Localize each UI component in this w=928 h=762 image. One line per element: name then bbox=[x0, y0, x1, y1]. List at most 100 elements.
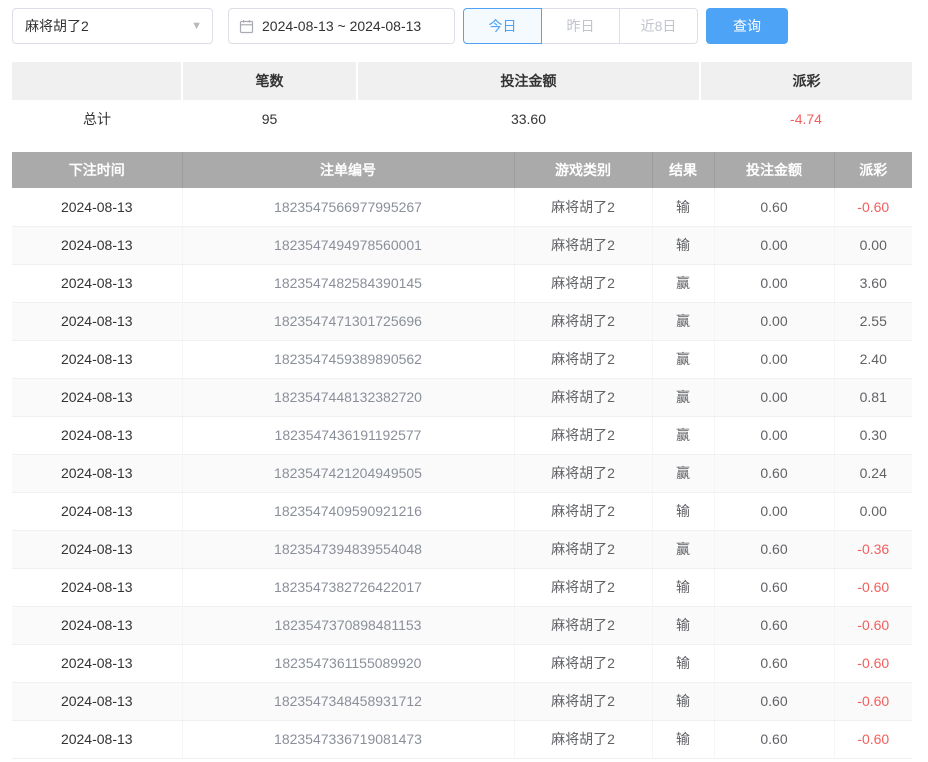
header-bet-amount: 投注金额 bbox=[714, 152, 834, 188]
summary-header-row: 笔数 投注金额 派彩 bbox=[12, 62, 912, 100]
game-type-cell: 麻将胡了2 bbox=[514, 264, 652, 302]
bet-amount-cell: 0.00 bbox=[714, 264, 834, 302]
summary-table: 笔数 投注金额 派彩 总计 95 33.60 -4.74 bbox=[12, 62, 912, 138]
bet-number-cell: 1823547409590921216 bbox=[182, 492, 514, 530]
bet-number-cell: 1823547361155089920 bbox=[182, 644, 514, 682]
payout-cell: 2.40 bbox=[834, 340, 912, 378]
summary-header-empty bbox=[12, 62, 182, 100]
game-type-cell: 麻将胡了2 bbox=[514, 492, 652, 530]
bet-amount-cell: 0.00 bbox=[714, 302, 834, 340]
bet-time-cell: 2024-08-13 bbox=[12, 644, 182, 682]
bet-amount-cell: 0.60 bbox=[714, 454, 834, 492]
bet-time-cell: 2024-08-13 bbox=[12, 454, 182, 492]
game-type-cell: 麻将胡了2 bbox=[514, 454, 652, 492]
payout-cell: -0.60 bbox=[834, 720, 912, 758]
bet-number-cell: 1823547370898481153 bbox=[182, 606, 514, 644]
bet-time-cell: 2024-08-13 bbox=[12, 492, 182, 530]
summary-count-value: 95 bbox=[182, 100, 357, 138]
result-cell: 输 bbox=[652, 568, 714, 606]
table-row: 2024-08-13 1823547471301725696 麻将胡了2 赢 0… bbox=[12, 302, 912, 340]
payout-cell: -0.60 bbox=[834, 568, 912, 606]
bet-number-cell: 1823547348458931712 bbox=[182, 682, 514, 720]
quick-filter-button[interactable]: 昨日 bbox=[541, 8, 620, 44]
summary-header-bet-amount: 投注金额 bbox=[357, 62, 700, 100]
game-type-cell: 麻将胡了2 bbox=[514, 682, 652, 720]
bet-amount-cell: 0.00 bbox=[714, 492, 834, 530]
bet-number-cell: 1823547336719081473 bbox=[182, 720, 514, 758]
bet-time-cell: 2024-08-13 bbox=[12, 416, 182, 454]
game-select-value: 麻将胡了2 bbox=[25, 16, 89, 36]
game-type-cell: 麻将胡了2 bbox=[514, 188, 652, 226]
result-cell: 赢 bbox=[652, 378, 714, 416]
bet-amount-cell: 0.00 bbox=[714, 416, 834, 454]
bet-number-cell: 1823547482584390145 bbox=[182, 264, 514, 302]
date-range-picker[interactable]: 2024-08-13 ~ 2024-08-13 bbox=[228, 8, 455, 44]
payout-cell: 0.30 bbox=[834, 416, 912, 454]
quick-filter-button[interactable]: 近8日 bbox=[619, 8, 698, 44]
bet-number-cell: 1823547382726422017 bbox=[182, 568, 514, 606]
table-row: 2024-08-13 1823547448132382720 麻将胡了2 赢 0… bbox=[12, 378, 912, 416]
bet-time-cell: 2024-08-13 bbox=[12, 188, 182, 226]
game-type-cell: 麻将胡了2 bbox=[514, 530, 652, 568]
result-cell: 输 bbox=[652, 492, 714, 530]
summary-header-count: 笔数 bbox=[182, 62, 357, 100]
payout-cell: -0.60 bbox=[834, 682, 912, 720]
quick-filter-button[interactable]: 今日 bbox=[463, 8, 542, 44]
payout-cell: -0.36 bbox=[834, 530, 912, 568]
result-cell: 赢 bbox=[652, 340, 714, 378]
result-cell: 输 bbox=[652, 226, 714, 264]
bet-amount-cell: 0.00 bbox=[714, 340, 834, 378]
payout-cell: 2.55 bbox=[834, 302, 912, 340]
summary-total-row: 总计 95 33.60 -4.74 bbox=[12, 100, 912, 138]
bet-time-cell: 2024-08-13 bbox=[12, 378, 182, 416]
game-type-cell: 麻将胡了2 bbox=[514, 568, 652, 606]
header-bet-time: 下注时间 bbox=[12, 152, 182, 188]
table-row: 2024-08-13 1823547348458931712 麻将胡了2 输 0… bbox=[12, 682, 912, 720]
result-cell: 赢 bbox=[652, 264, 714, 302]
table-row: 2024-08-13 1823547382726422017 麻将胡了2 输 0… bbox=[12, 568, 912, 606]
bet-time-cell: 2024-08-13 bbox=[12, 340, 182, 378]
bet-number-cell: 1823547494978560001 bbox=[182, 226, 514, 264]
game-type-cell: 麻将胡了2 bbox=[514, 606, 652, 644]
game-type-cell: 麻将胡了2 bbox=[514, 302, 652, 340]
search-button[interactable]: 查询 bbox=[706, 8, 788, 44]
bet-time-cell: 2024-08-13 bbox=[12, 682, 182, 720]
result-cell: 赢 bbox=[652, 302, 714, 340]
summary-payout-value: -4.74 bbox=[700, 100, 912, 138]
bet-number-cell: 1823547448132382720 bbox=[182, 378, 514, 416]
chevron-down-icon: ▼ bbox=[191, 20, 202, 32]
result-cell: 输 bbox=[652, 644, 714, 682]
table-row: 2024-08-13 1823547394839554048 麻将胡了2 赢 0… bbox=[12, 530, 912, 568]
bet-amount-cell: 0.60 bbox=[714, 568, 834, 606]
header-payout: 派彩 bbox=[834, 152, 912, 188]
records-header-row: 下注时间 注单编号 游戏类别 结果 投注金额 派彩 bbox=[12, 152, 912, 188]
result-cell: 赢 bbox=[652, 530, 714, 568]
header-game-type: 游戏类别 bbox=[514, 152, 652, 188]
table-row: 2024-08-13 1823547566977995267 麻将胡了2 输 0… bbox=[12, 188, 912, 226]
bet-time-cell: 2024-08-13 bbox=[12, 606, 182, 644]
table-row: 2024-08-13 1823547409590921216 麻将胡了2 输 0… bbox=[12, 492, 912, 530]
bet-amount-cell: 0.60 bbox=[714, 720, 834, 758]
result-cell: 赢 bbox=[652, 416, 714, 454]
header-bet-number: 注单编号 bbox=[182, 152, 514, 188]
result-cell: 输 bbox=[652, 188, 714, 226]
table-row: 2024-08-13 1823547361155089920 麻将胡了2 输 0… bbox=[12, 644, 912, 682]
game-type-cell: 麻将胡了2 bbox=[514, 340, 652, 378]
bet-time-cell: 2024-08-13 bbox=[12, 568, 182, 606]
payout-cell: 3.60 bbox=[834, 264, 912, 302]
bet-number-cell: 1823547436191192577 bbox=[182, 416, 514, 454]
bet-amount-cell: 0.60 bbox=[714, 606, 834, 644]
bet-time-cell: 2024-08-13 bbox=[12, 530, 182, 568]
game-select[interactable]: 麻将胡了2 ▼ bbox=[12, 8, 213, 44]
table-row: 2024-08-13 1823547494978560001 麻将胡了2 输 0… bbox=[12, 226, 912, 264]
payout-cell: -0.60 bbox=[834, 188, 912, 226]
summary-bet-amount-value: 33.60 bbox=[357, 100, 700, 138]
bet-amount-cell: 0.60 bbox=[714, 188, 834, 226]
result-cell: 输 bbox=[652, 682, 714, 720]
payout-cell: 0.24 bbox=[834, 454, 912, 492]
game-type-cell: 麻将胡了2 bbox=[514, 226, 652, 264]
payout-cell: 0.00 bbox=[834, 492, 912, 530]
bet-amount-cell: 0.00 bbox=[714, 226, 834, 264]
bet-amount-cell: 0.60 bbox=[714, 682, 834, 720]
bet-time-cell: 2024-08-13 bbox=[12, 720, 182, 758]
